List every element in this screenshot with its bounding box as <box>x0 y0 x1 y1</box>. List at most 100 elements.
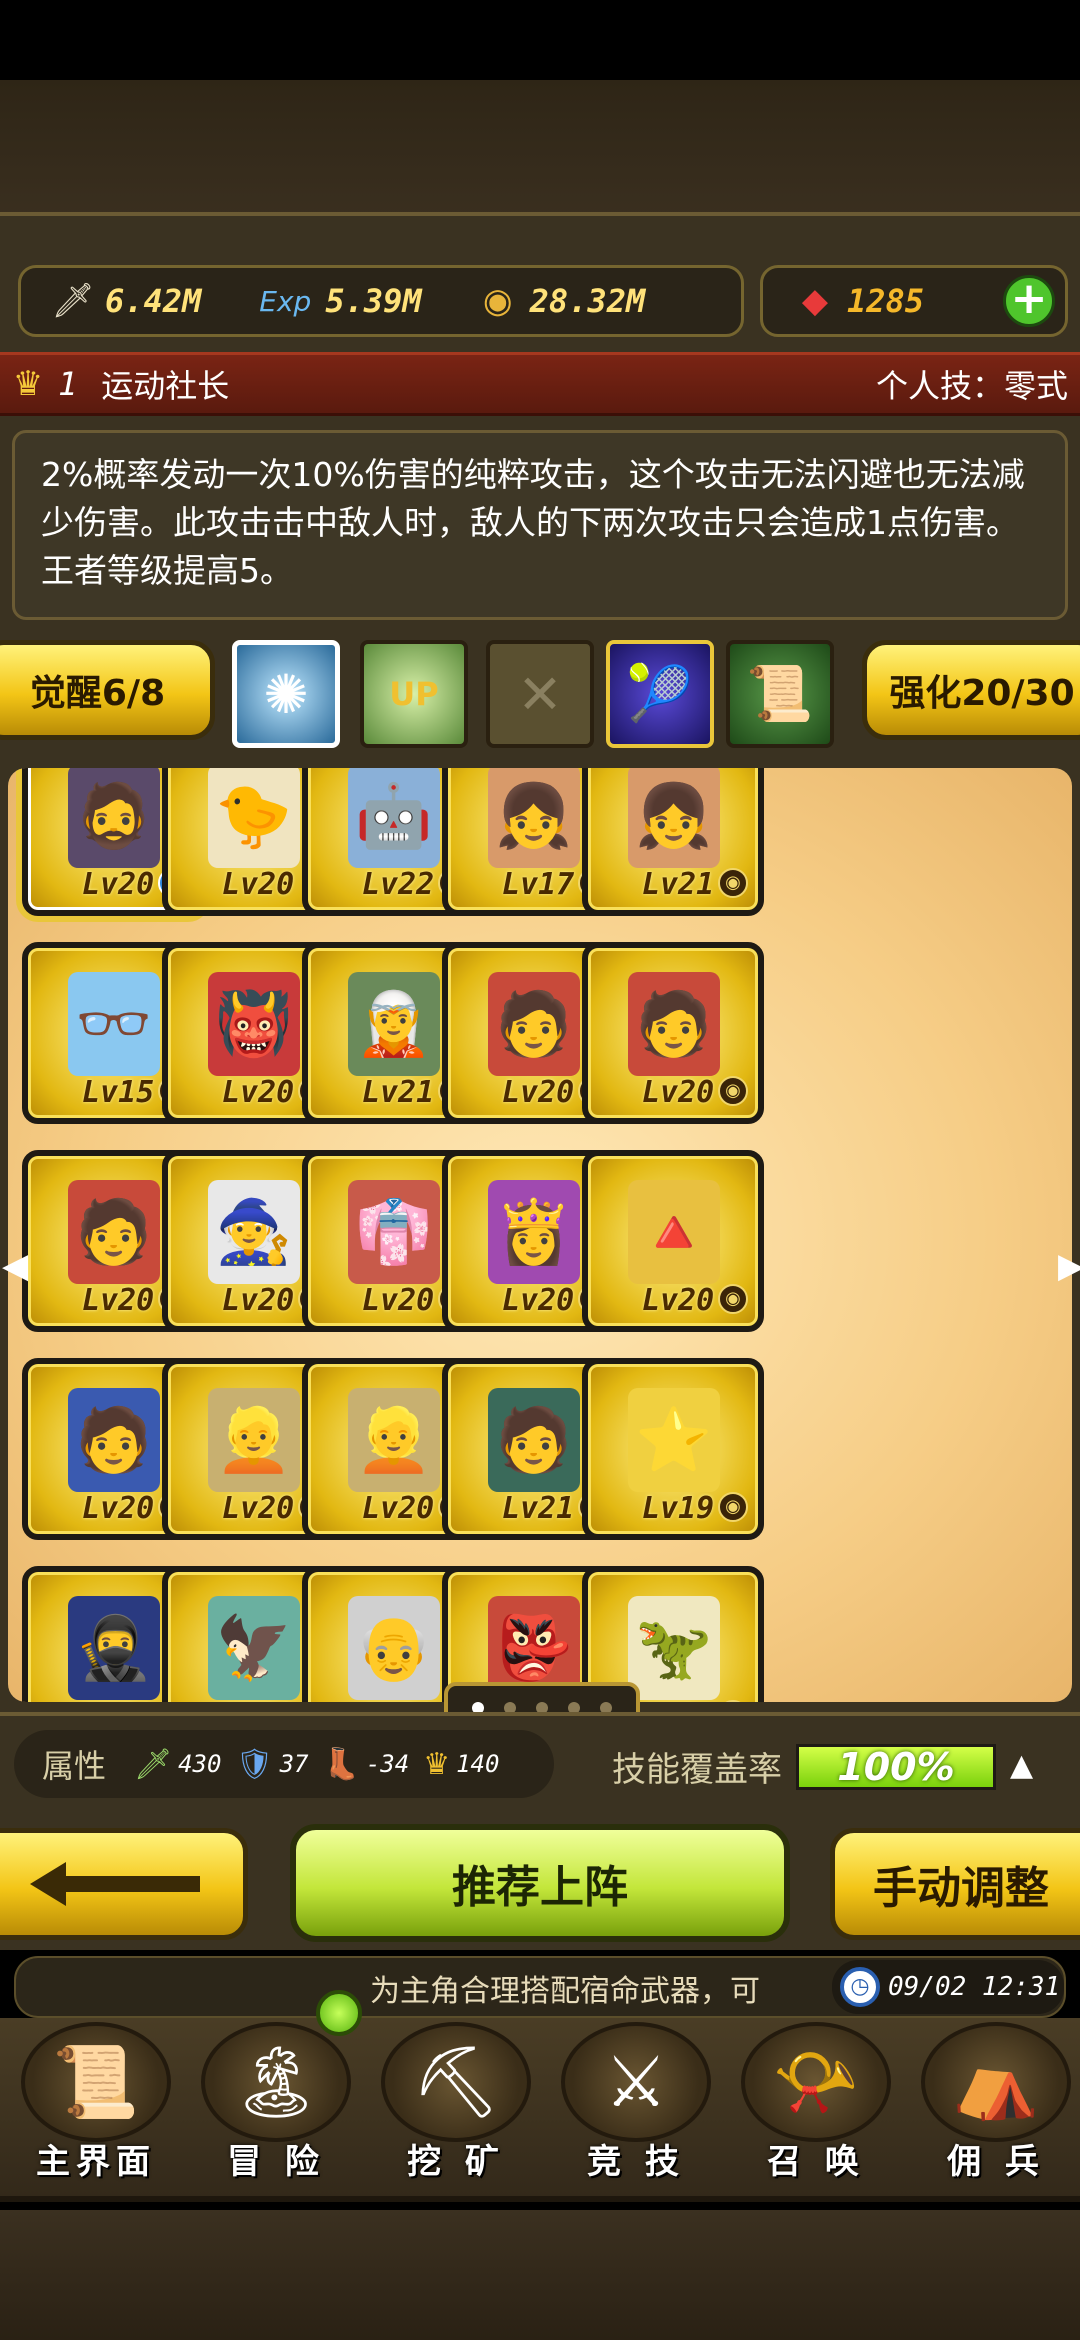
crown-up-icon: UP <box>389 675 439 713</box>
nav-icon: 📯 <box>741 2022 891 2142</box>
hero-rank: 1 <box>58 365 78 403</box>
parchment-map-background <box>0 80 1080 230</box>
attr-defense-value: 37 <box>279 1750 309 1778</box>
hero-level: Lv22 <box>362 867 435 902</box>
gem-bar: ◆ 1285 + <box>760 265 1068 337</box>
parchment-map-background-bottom <box>0 2210 1080 2340</box>
nav-label: 主界面 <box>36 2142 156 2182</box>
hero-level: Lv20 <box>642 1283 715 1318</box>
nav-item[interactable]: ⛺ 佣 兵 <box>906 2022 1080 2202</box>
exp-value: 5.39M <box>325 282 422 320</box>
add-gems-button[interactable]: + <box>1003 275 1055 327</box>
hero-level: Lv20 <box>222 1283 295 1318</box>
equip-slot-scroll[interactable]: 📜 <box>726 640 834 748</box>
nav-item[interactable]: ⚔ 竞 技 <box>546 2022 726 2202</box>
attack-value: 6.42M <box>105 282 202 320</box>
hero-sprite-icon: 🧔 <box>68 768 160 868</box>
skill-slot-active[interactable]: ✺ <box>232 640 340 748</box>
attr-defense: 🛡 37 <box>235 1747 308 1782</box>
nav-icon: ⛏ <box>381 2022 531 2142</box>
hero-sprite-icon: 👓 <box>68 972 160 1076</box>
hero-sprite-icon: 👧 <box>488 768 580 868</box>
hero-card[interactable]: 🧑Lv20◉ <box>582 942 764 1124</box>
hero-sprite-icon: 👱 <box>348 1388 440 1492</box>
clock: ◷ 09/02 12:31 <box>832 1960 1064 2014</box>
hero-level: Lv20 <box>362 1491 435 1526</box>
nav-icon: ⚔ <box>561 2022 711 2142</box>
hero-level: Lv19 <box>642 1491 715 1526</box>
nav-item[interactable]: 📜 主界面 <box>6 2022 186 2202</box>
nav-item[interactable]: ⛏ 挖 矿 <box>366 2022 546 2202</box>
lightning-shield-icon: ✺ <box>263 662 309 726</box>
attr-attack-value: 430 <box>178 1750 222 1778</box>
back-arrow-icon <box>30 1862 200 1906</box>
enhance-button[interactable]: 强化20/30 <box>862 640 1080 740</box>
hero-level: Lv17 <box>502 867 575 902</box>
attack-stat: 🗡 6.42M <box>49 277 201 325</box>
nav-label: 挖 矿 <box>407 2142 505 2182</box>
nav-label: 竞 技 <box>587 2142 685 2182</box>
ruby-gem-icon: ◆ <box>801 281 829 321</box>
hero-level: Lv20 <box>82 1491 155 1526</box>
hero-sprite-icon: 👱 <box>208 1388 300 1492</box>
hero-sprite-icon: 🐤 <box>208 768 300 868</box>
nav-label: 召 唤 <box>767 2142 865 2182</box>
hero-level: Lv20 <box>502 1283 575 1318</box>
nav-item[interactable]: 🏝 冒 险 <box>186 2022 366 2202</box>
hero-level: Lv20 <box>222 1075 295 1110</box>
hero-level: Lv11 <box>642 1699 714 1702</box>
attr-speed: 👢 -34 <box>322 1747 409 1782</box>
clock-icon: ◷ <box>840 1967 880 2007</box>
hero-sprite-icon: 🤖 <box>348 768 440 868</box>
gem-stat: ◆ 1285 <box>791 277 924 325</box>
manual-adjust-button[interactable]: 手动调整 <box>830 1828 1080 1940</box>
hero-level: Lv20 <box>502 1075 575 1110</box>
awaken-button[interactable]: 觉醒6/8 <box>0 640 215 740</box>
datetime: 09/02 12:31 <box>888 1972 1061 2002</box>
hero-sprite-icon: 🧙 <box>208 1180 300 1284</box>
exp-icon: Exp <box>259 284 312 318</box>
expand-toggle-icon[interactable]: ▲ <box>1010 1748 1033 1783</box>
skill-coverage-value: 100% <box>837 1745 955 1789</box>
crown-icon: ♛ <box>12 364 44 404</box>
hero-level: Lv20 <box>222 867 295 902</box>
hero-sprite-icon: 🦖 <box>628 1596 720 1700</box>
hero-sprite-icon: 👹 <box>208 972 300 1076</box>
equip-slot-racket[interactable]: 🎾 <box>606 640 714 748</box>
hero-card[interactable]: 👧 Lv21 ◉ <box>582 768 764 916</box>
scroll-left-arrow[interactable]: ◀ <box>2 1248 28 1284</box>
gold-value: 28.32M <box>529 282 646 320</box>
hero-card[interactable]: 🔺 Lv20 ◉ <box>582 1150 764 1332</box>
weapon-badge-icon: ◉ <box>718 1700 748 1702</box>
hero-sprite-icon: 🧑 <box>68 1388 160 1492</box>
hero-level: Lv21 <box>642 867 715 902</box>
hero-sprite-icon: 🧑 <box>628 972 720 1076</box>
nav-icon: 🏝 <box>201 2022 351 2142</box>
hero-level: Lv20 <box>362 1699 434 1702</box>
recommend-lineup-button[interactable]: 推荐上阵 <box>290 1824 790 1942</box>
attribute-label: 属性 <box>42 1747 107 1785</box>
weapon-badge-icon: ◉ <box>718 1284 748 1314</box>
hero-card[interactable]: ⭐ Lv19 ◉ <box>582 1358 764 1540</box>
weapon-badge-icon: ◉ <box>718 1076 748 1106</box>
exp-stat: Exp 5.39M <box>253 277 421 325</box>
scroll-right-arrow[interactable]: ▶ <box>1058 1248 1080 1284</box>
hero-level: Lv20 <box>82 867 155 902</box>
hero-grid: 🧔Lv20★🐤Lv20🤖Lv22◉👧Lv17◉👧Lv21◉👓Lv15◉👹Lv20… <box>8 768 1072 1702</box>
hero-sprite-icon: ⭐ <box>628 1388 720 1492</box>
equip-slot-empty[interactable]: ✕ <box>486 640 594 748</box>
attr-crown-value: 140 <box>456 1750 500 1778</box>
hero-level: Lv20 <box>362 1283 435 1318</box>
resource-bar: 🗡 6.42M Exp 5.39M ◉ 28.32M <box>18 265 744 337</box>
hero-sprite-icon: 🧑 <box>488 1388 580 1492</box>
weapon-badge-icon: ◉ <box>718 868 748 898</box>
gem-value: 1285 <box>847 282 925 320</box>
hero-sprite-icon: 👸 <box>488 1180 580 1284</box>
hero-level: Lv21 <box>362 1075 435 1110</box>
hero-sprite-icon: 🧑 <box>488 972 580 1076</box>
nav-item[interactable]: 📯 召 唤 <box>726 2022 906 2202</box>
equip-slot-crown-up[interactable]: UP <box>360 640 468 748</box>
hero-sprite-icon: 🔺 <box>628 1180 720 1284</box>
boot-icon: 👢 <box>322 1746 360 1782</box>
hero-level: Lv21 <box>502 1491 575 1526</box>
